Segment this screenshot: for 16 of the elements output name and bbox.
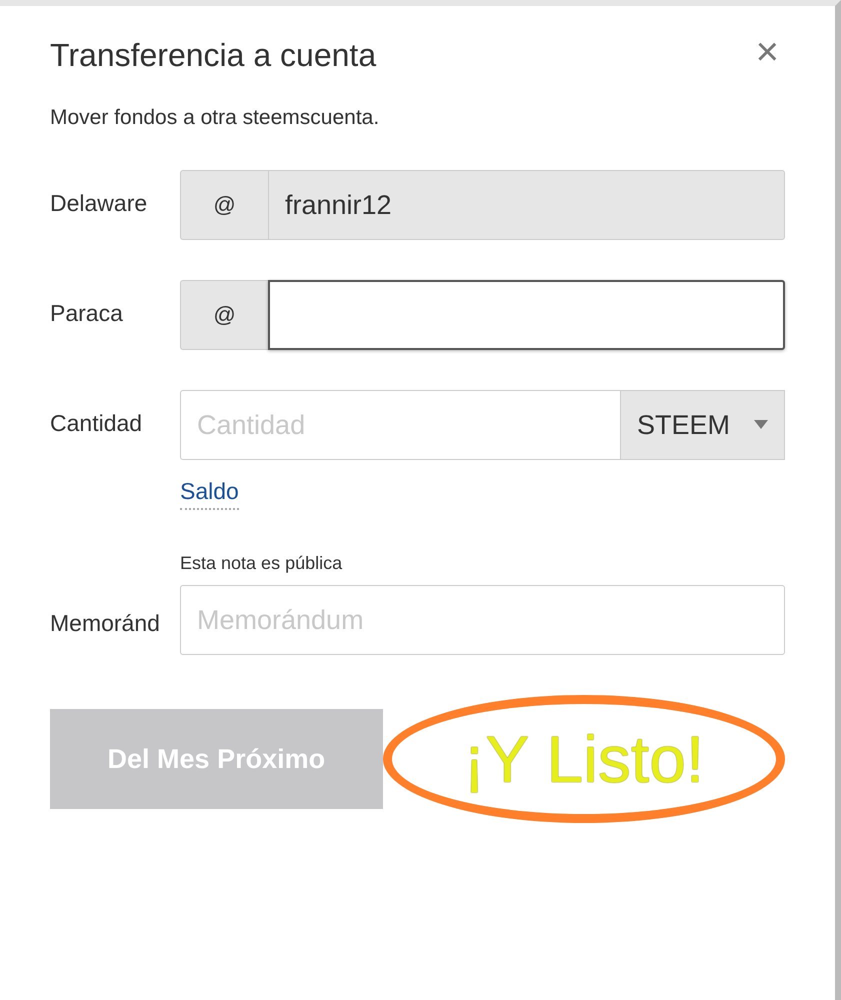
dialog-subtitle: Mover fondos a otra steemscuenta. — [50, 105, 380, 132]
annotation-text: ¡Y Listo! — [382, 695, 785, 824]
field-label: Paraca — [50, 298, 124, 328]
dialog-title: Transferencia a cuenta — [50, 36, 376, 74]
field-label: Delaware — [50, 188, 148, 218]
field-label: Memoránd — [50, 609, 161, 638]
field-label: Cantidad — [50, 408, 144, 438]
close-button[interactable]: × — [756, 32, 779, 72]
input-field[interactable] — [268, 280, 785, 350]
memo-note: Esta nota es pública — [180, 552, 344, 576]
at-prefix: @ — [180, 280, 268, 350]
currency-select[interactable]: STEEM — [621, 390, 785, 460]
at-prefix: @ — [180, 170, 268, 240]
caret-icon — [754, 420, 768, 430]
input-field[interactable]: frannir12 — [268, 170, 785, 240]
balance-link[interactable]: Saldo — [180, 474, 239, 510]
